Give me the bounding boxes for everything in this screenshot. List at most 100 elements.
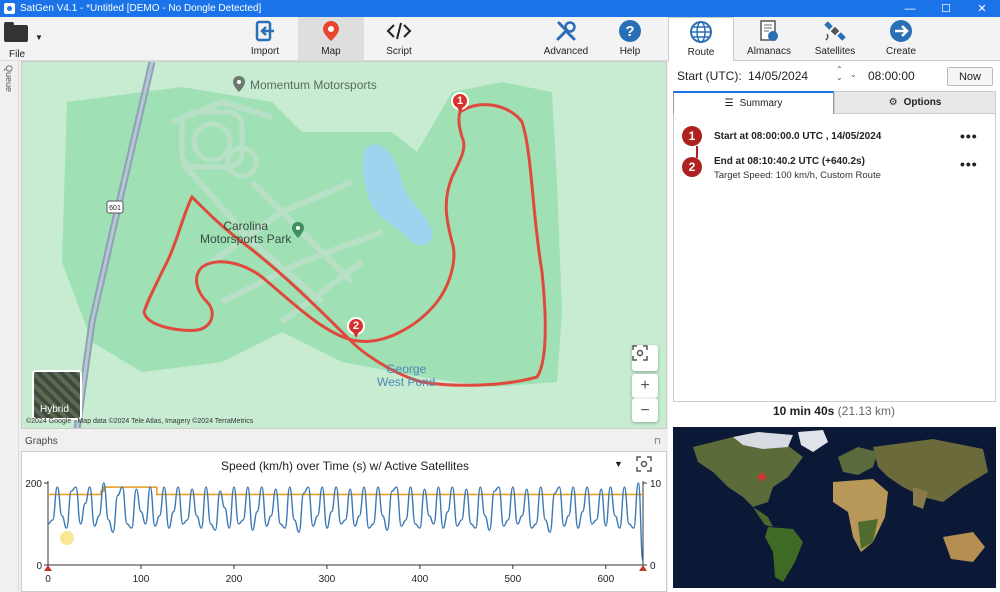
more-options-icon[interactable]: ••• (960, 156, 978, 172)
list-icon: ☰ (724, 98, 734, 109)
route-marker-start[interactable]: 1 (451, 92, 469, 114)
graphs-title: Graphs (25, 436, 58, 447)
hybrid-layer-toggle[interactable]: Hybrid (32, 370, 82, 420)
tab-create[interactable]: Create (868, 17, 934, 61)
import-button[interactable]: Import (234, 17, 296, 61)
cursor-highlight (60, 531, 74, 545)
gear-icon: ⚙ (888, 97, 898, 108)
map-label: Map (321, 46, 341, 57)
waypoint-details: Target Speed: 100 km/h, Custom Route (714, 170, 881, 181)
minimize-button[interactable]: — (892, 0, 928, 17)
queue-label: Queue (4, 65, 14, 93)
y-right-tick-label: 0 (650, 561, 656, 572)
hybrid-label: Hybrid (40, 404, 69, 415)
start-label: Start (UTC): (677, 69, 742, 83)
distance-value: (21.13 km) (837, 404, 896, 418)
file-menu-button[interactable]: ▼ File (2, 19, 43, 60)
help-label: Help (619, 46, 641, 57)
file-label: File (9, 49, 26, 60)
script-button[interactable]: Script (366, 17, 432, 61)
graph-panel[interactable]: Speed (km/h) over Time (s) w/ Active Sat… (21, 451, 667, 592)
x-tick-label: 200 (226, 574, 243, 585)
plus-icon: + (640, 377, 650, 394)
more-options-icon[interactable]: ••• (960, 128, 978, 144)
map-attribution: ©2024 Google · Map data ©2024 Tele Atlas… (26, 418, 254, 425)
x-tick-label: 400 (412, 574, 429, 585)
map-view[interactable]: 601 Momentum Motorsports Carolina Motors… (21, 61, 667, 429)
tab-almanacs[interactable]: Almanacs (736, 17, 802, 61)
tab-route[interactable]: Route (668, 17, 734, 62)
world-map[interactable] (673, 427, 996, 588)
waypoint-number: 1 (682, 126, 702, 146)
x-tick-label: 500 (505, 574, 522, 585)
help-button[interactable]: ? Help (606, 17, 654, 61)
tools-icon (538, 17, 594, 45)
x-tick-label: 100 (133, 574, 150, 585)
tab-almanacs-label: Almanacs (747, 46, 791, 57)
chevron-down-icon: ▼ (35, 33, 43, 42)
tab-summary[interactable]: ☰ Summary (673, 91, 834, 114)
date-spinner[interactable]: ⌃ ⌄ (836, 66, 843, 82)
route-panel: Start (UTC): 14/05/2024 ⌃ ⌄ ⌄ 08:00:00 No… (668, 61, 1000, 592)
world-map-canvas (673, 427, 996, 588)
minus-icon: − (640, 401, 650, 419)
y-left-tick-label: 200 (25, 479, 42, 490)
document-globe-icon (736, 17, 802, 45)
app-icon (4, 3, 15, 14)
end-marker (639, 565, 647, 571)
tab-route-label: Route (687, 47, 715, 58)
svg-text:?: ? (625, 23, 634, 40)
tab-options[interactable]: ⚙ Options (834, 91, 996, 114)
route-ribbon: Route Almanacs Satellites Create (668, 17, 1000, 62)
window-title: SatGen V4.1 - *Untitled [DEMO - No Dongl… (20, 3, 262, 14)
chevron-down-icon[interactable]: ⌄ (850, 70, 857, 79)
x-tick-label: 0 (45, 574, 51, 585)
y-right-tick-label: 10 (650, 479, 662, 490)
close-button[interactable]: ✕ (964, 0, 1000, 17)
script-label: Script (386, 46, 412, 57)
duration-value: 10 min 40s (772, 404, 835, 418)
graphs-header: Graphs ⊓ (21, 433, 667, 451)
arrow-right-circle-icon (868, 17, 934, 45)
map-button[interactable]: Map (298, 17, 364, 61)
folder-icon (4, 22, 28, 42)
waypoint-start[interactable]: 1 Start at 08:00:00.0 UTC , 14/05/2024 •… (674, 124, 997, 150)
start-time-field[interactable]: 08:00:00 (868, 69, 915, 83)
poi-momentum-motorsports[interactable]: Momentum Motorsports (250, 78, 377, 92)
zoom-out-button[interactable]: − (632, 398, 658, 422)
tab-create-label: Create (885, 46, 916, 57)
advanced-label: Advanced (543, 46, 589, 57)
now-button[interactable]: Now (947, 67, 993, 86)
route-duration: 10 min 40s (21.13 km) (668, 404, 1000, 418)
window-controls: — ☐ ✕ (892, 0, 1000, 17)
y-left-tick-label: 0 (36, 561, 42, 572)
start-date-field[interactable]: 14/05/2024 (748, 69, 808, 83)
recenter-button[interactable] (632, 345, 658, 371)
route-marker-end[interactable]: 2 (347, 317, 365, 339)
pin-icon[interactable]: ⊓ (654, 436, 661, 447)
tab-satellites-label: Satellites (814, 46, 856, 57)
recenter-icon (632, 345, 648, 361)
maximize-button[interactable]: ☐ (928, 0, 964, 17)
x-tick-label: 600 (597, 574, 614, 585)
lake-label: George West Pond (377, 362, 436, 389)
satellite-icon (802, 17, 868, 45)
waypoint-description: End at 08:10:40.2 UTC (+640.2s) (714, 156, 865, 167)
waypoint-description: Start at 08:00:00.0 UTC , 14/05/2024 (714, 131, 882, 142)
waypoint-number: 2 (682, 157, 702, 177)
queue-panel-tab[interactable]: Queue (0, 61, 19, 592)
poi-carolina-motorsports-park[interactable]: Carolina Motorsports Park (200, 220, 291, 246)
speed-chart[interactable]: 0 100 200 300 400 500 600 0 200 0 10 (22, 452, 668, 592)
route-sub-tabs: ☰ Summary ⚙ Options (673, 91, 996, 114)
main-ribbon: ▼ File Import Map Script Advanced ? Help (0, 17, 668, 61)
globe-icon (669, 18, 733, 46)
tab-satellites[interactable]: Satellites (802, 17, 868, 61)
advanced-button[interactable]: Advanced (538, 17, 594, 61)
start-marker (44, 565, 52, 571)
zoom-in-button[interactable]: + (632, 374, 658, 398)
summary-panel: 1 Start at 08:00:00.0 UTC , 14/05/2024 •… (673, 114, 996, 402)
title-bar: SatGen V4.1 - *Untitled [DEMO - No Dongl… (0, 0, 1000, 17)
waypoint-end[interactable]: 2 End at 08:10:40.2 UTC (+640.2s) Target… (674, 154, 997, 184)
x-tick-label: 300 (319, 574, 336, 585)
map-canvas: 601 (62, 62, 562, 428)
